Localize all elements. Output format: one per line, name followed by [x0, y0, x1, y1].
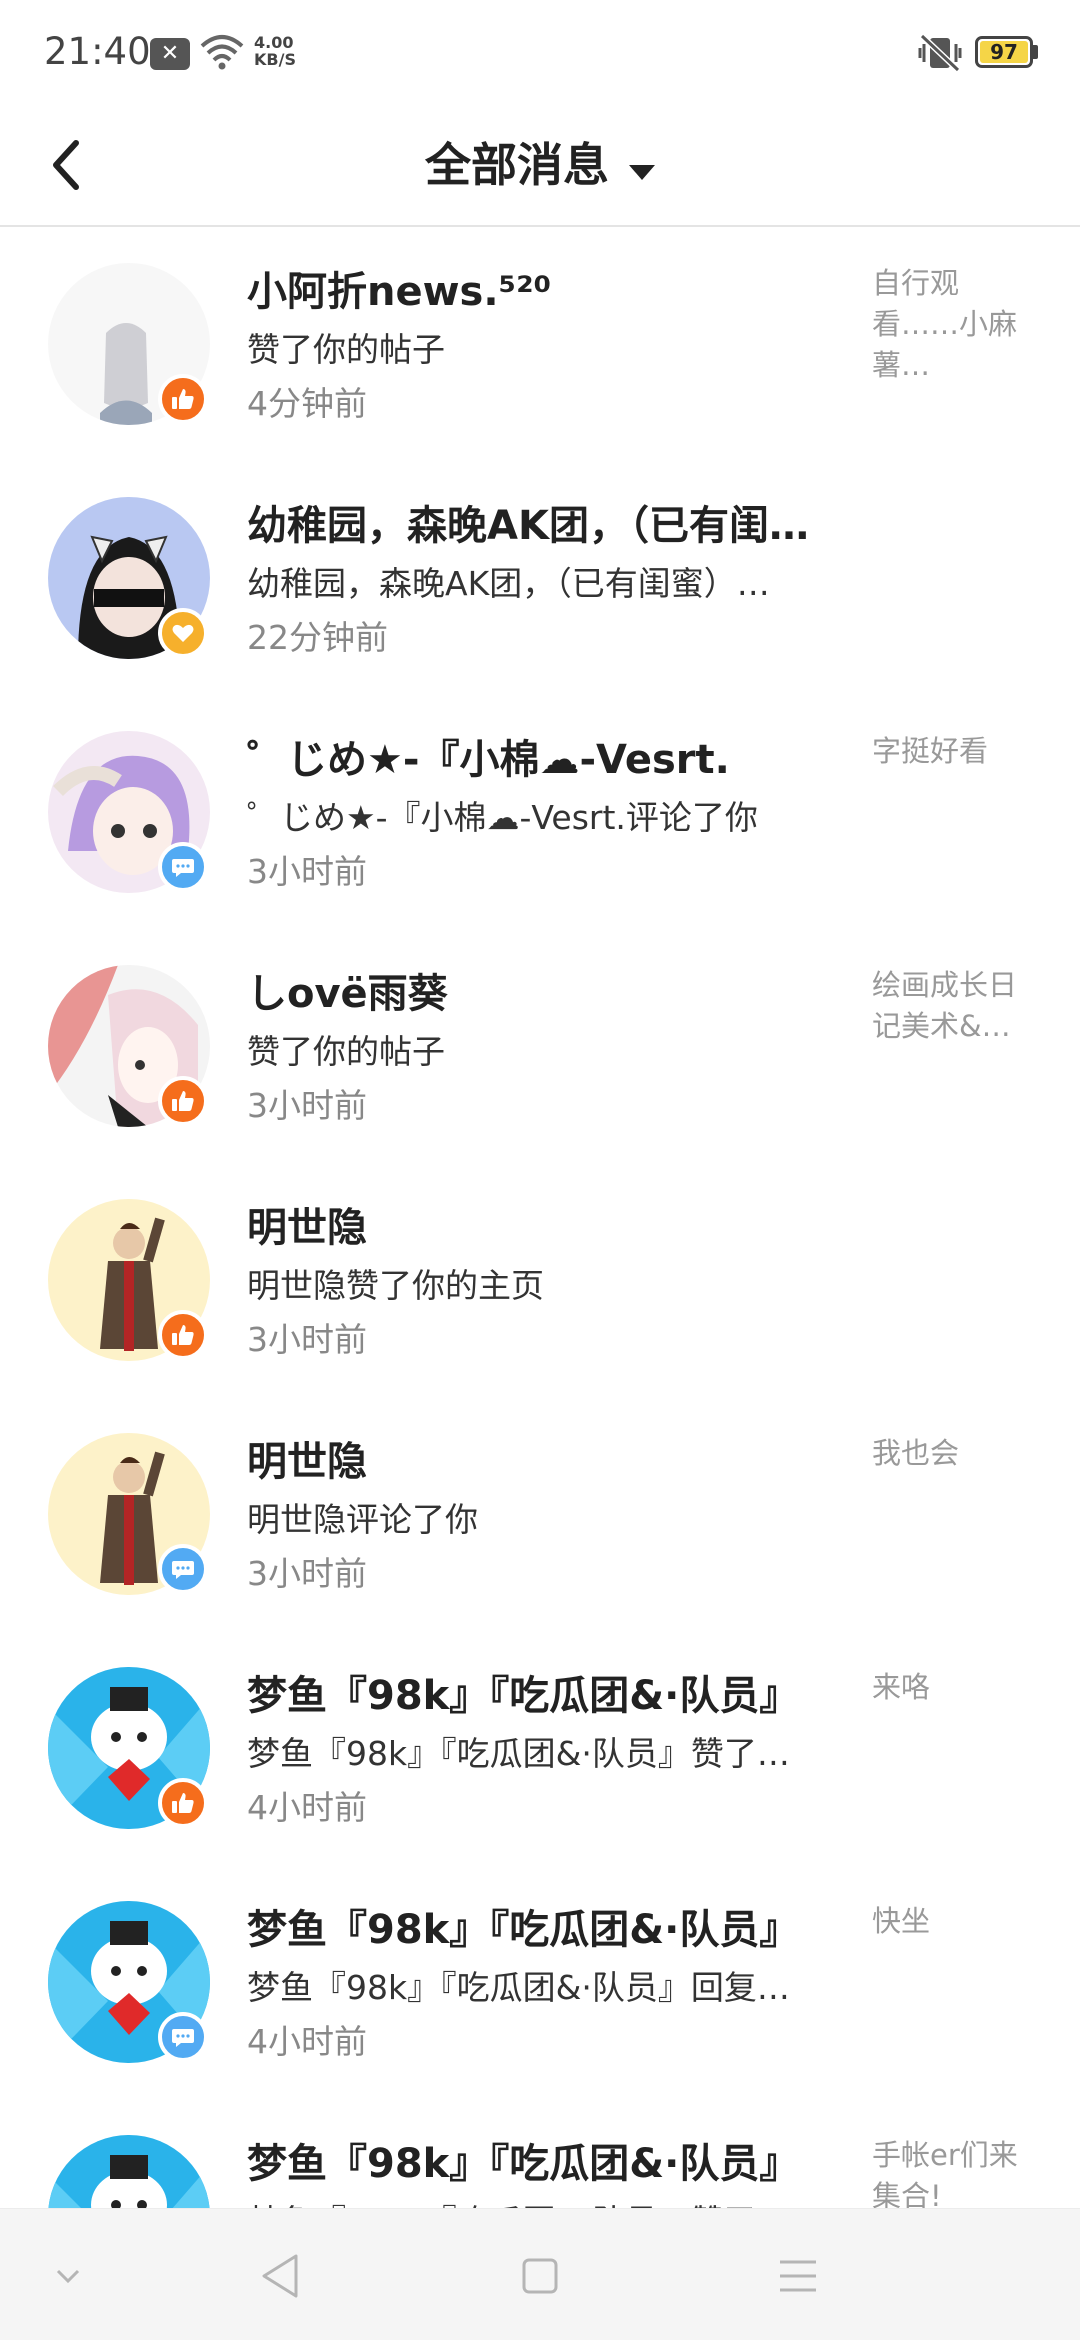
menu-icon[interactable]: [768, 2249, 828, 2303]
message-text: 明世隐赞了你的主页: [247, 1266, 544, 1305]
battery-tip: [1033, 45, 1038, 59]
message-text: 幼稚园，森晚AK团，（已有闺蜜）…: [247, 564, 770, 603]
page-title: 全部消息: [425, 138, 609, 192]
sender-name[interactable]: しovë雨葵: [247, 961, 847, 1019]
title-dropdown[interactable]: 全部消息: [0, 129, 1080, 195]
message-time: 22分钟前: [247, 618, 388, 657]
message-text: 梦鱼『98k』『吃瓜团&·队员』回复…: [247, 1968, 790, 2007]
message-time: 4分钟前: [247, 384, 367, 423]
message-text: 明世隐评论了你: [247, 1500, 478, 1539]
network-speed: 4.00 KB/S: [254, 34, 296, 68]
heart-icon: [158, 608, 208, 658]
system-navigation-bar: [0, 2208, 1080, 2340]
thumbs-up-icon: [158, 374, 208, 424]
status-time: 21:40: [44, 30, 151, 73]
back-triangle-icon[interactable]: [250, 2249, 310, 2303]
message-time: 3小时前: [247, 1086, 367, 1125]
message-text: 梦鱼『98k』『吃瓜团&·队员』赞了…: [247, 1734, 790, 1773]
message-text: 赞了你的帖子: [247, 1032, 445, 1071]
thumbs-up-icon: [158, 1076, 208, 1126]
message-time: 4小时前: [247, 1788, 367, 1827]
caret-down-icon: [629, 165, 655, 180]
message-time: 3小时前: [247, 1554, 367, 1593]
message-text: ゜じめ★-『小棉☁-Vesrt.评论了你: [247, 798, 758, 837]
message-item[interactable]: 梦鱼『98k』『吃瓜团&·队员』梦鱼『98k』『吃瓜团&·队员』赞了… 4小时前 来…: [0, 1633, 1080, 1867]
message-list[interactable]: 小阿折news.⁵²⁰ 赞了你的帖子 4分钟前 自行观看……小麻薯… 幼稚园，森晚AK团…: [0, 229, 1080, 2229]
thumbs-up-icon: [158, 1778, 208, 1828]
status-bar: 21:40 ✕ 4.00 KB/S 97: [0, 0, 1080, 105]
chevron-down-icon[interactable]: [38, 2249, 98, 2303]
battery-level: 97: [980, 41, 1028, 63]
network-speed-unit: KB/S: [254, 50, 296, 69]
message-item[interactable]: 梦鱼『98k』『吃瓜团&·队员』梦鱼『98k』『吃瓜团&·队员』回复… 4小时前 快…: [0, 1867, 1080, 2101]
message-time: 4小时前: [247, 2022, 367, 2061]
referenced-post[interactable]: 手帐er们来集合!: [872, 2135, 1042, 2217]
message-time: 3小时前: [247, 852, 367, 891]
message-time: 3小时前: [247, 1320, 367, 1359]
message-item[interactable]: 小阿折news.⁵²⁰ 赞了你的帖子 4分钟前 自行观看……小麻薯…: [0, 229, 1080, 463]
sender-name[interactable]: 明世隐: [247, 1195, 847, 1253]
sender-name[interactable]: 梦鱼『98k』『吃瓜团&·队员』: [247, 1897, 847, 1955]
message-text: 赞了你的帖子: [247, 330, 445, 369]
message-item[interactable]: 幼稚园，森晚AK团，（已有闺… 幼稚园，森晚AK团，（已有闺蜜）… 22分钟前: [0, 463, 1080, 697]
message-item[interactable]: ゜じめ★-『小棉☁-Vesrt. ゜じめ★-『小棉☁-Vesrt.评论了你 3小时前…: [0, 697, 1080, 931]
message-item[interactable]: しovë雨葵赞了你的帖子 3小时前 绘画成长日记美术&…: [0, 931, 1080, 1165]
home-square-icon[interactable]: [510, 2249, 570, 2303]
sender-name[interactable]: ゜じめ★-『小棉☁-Vesrt.: [247, 727, 847, 785]
vibrate-off-icon: [918, 33, 962, 76]
sender-name[interactable]: 小阿折news.⁵²⁰: [247, 259, 847, 317]
header: 全部消息: [0, 105, 1080, 227]
comment-icon: [158, 1544, 208, 1594]
sender-name[interactable]: 梦鱼『98k』『吃瓜团&·队员』: [247, 1663, 847, 1721]
referenced-post[interactable]: 来咯: [872, 1667, 1042, 1708]
message-item[interactable]: 明世隐明世隐赞了你的主页 3小时前: [0, 1165, 1080, 1399]
comment-icon: [158, 842, 208, 892]
wifi-icon: [200, 34, 244, 74]
sender-name[interactable]: 幼稚园，森晚AK团，（已有闺…: [247, 493, 847, 551]
close-box-icon: ✕: [150, 38, 190, 70]
referenced-post[interactable]: 绘画成长日记美术&…: [872, 965, 1042, 1047]
message-item[interactable]: 明世隐明世隐评论了你 3小时前 我也会: [0, 1399, 1080, 1633]
thumbs-up-icon: [158, 1310, 208, 1360]
sender-name[interactable]: 梦鱼『98k』『吃瓜团&·队员』: [247, 2131, 847, 2189]
referenced-post[interactable]: 字挺好看: [872, 731, 1042, 772]
referenced-post[interactable]: 快坐: [872, 1901, 1042, 1942]
battery-icon: 97: [975, 36, 1033, 68]
comment-icon: [158, 2012, 208, 2062]
referenced-post[interactable]: 我也会: [872, 1433, 1042, 1474]
referenced-post[interactable]: 自行观看……小麻薯…: [872, 263, 1042, 386]
sender-name[interactable]: 明世隐: [247, 1429, 847, 1487]
